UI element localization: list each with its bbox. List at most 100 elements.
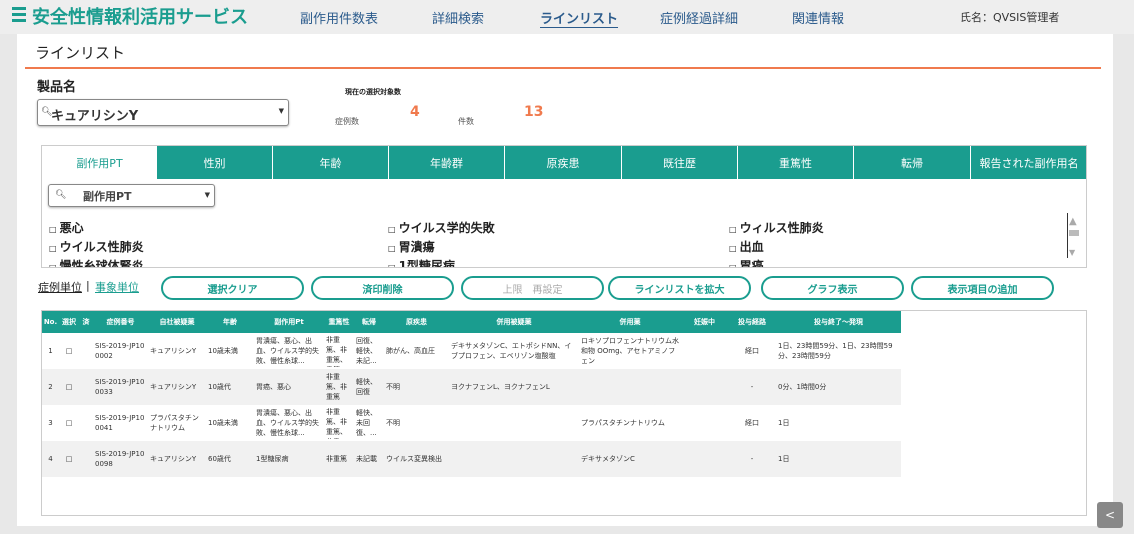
user-name: 氏名：QVSIS管理者 [960, 11, 1060, 24]
product-select[interactable]: 🔍︎ キュアリシンY ▼ [37, 99, 289, 126]
tab-sex[interactable]: 性別 [157, 146, 273, 179]
nav-adverse-event-count[interactable]: 副作用件数表 [300, 8, 378, 27]
scrollbar-thumb[interactable] [1069, 230, 1079, 236]
col-header[interactable]: 症例番号 [93, 311, 148, 333]
clear-selection-button[interactable]: 選択クリア [161, 276, 304, 300]
nav-detail-search[interactable]: 詳細検索 [432, 8, 484, 27]
reset-limit-button[interactable]: 上限 再設定 [461, 276, 604, 300]
scroll-up-arrow-icon[interactable]: ▲ [1069, 216, 1077, 227]
tab-age[interactable]: 年齢 [273, 146, 389, 179]
row-select-checkbox[interactable]: □ [59, 333, 79, 369]
tab-reported-event-name[interactable]: 報告された副作用名 [971, 146, 1086, 179]
nav-line-list[interactable]: ラインリスト [540, 8, 618, 27]
col-header[interactable]: 転帰 [354, 311, 384, 333]
col-header[interactable]: 投与終了～発現 [776, 311, 901, 333]
nav-related-info[interactable]: 関連情報 [792, 8, 844, 27]
col-header[interactable]: 副作用Pt [254, 311, 324, 333]
cell-text: ロキソプロフェンナトリウム水和物 OOmg、アセトアミノフェン [581, 337, 679, 365]
unit-separator: | [86, 279, 90, 292]
pt-checkbox-item[interactable]: □ ウィルス性肺炎 [729, 219, 824, 236]
cell-seriousness: 非重篤、非重篤 [324, 369, 354, 405]
back-button[interactable]: < [1097, 502, 1123, 528]
cell-case-number[interactable]: SIS-2019-JP100041 [93, 405, 148, 441]
nav-case-progress[interactable]: 症例経過詳細 [660, 8, 738, 27]
col-header[interactable]: 年齢 [206, 311, 254, 333]
pt-checkbox-item[interactable]: □ 慢性糸球体腎炎 [49, 257, 144, 267]
cell-outcome: 軽快、未回復、... [354, 405, 384, 441]
product-selected-value: キュアリシンY [51, 109, 139, 124]
col-header[interactable]: 自社被疑薬 [148, 311, 206, 333]
cell-primary-disease: 不明 [384, 369, 449, 405]
pt-checkbox-item[interactable]: □ 胃癌 [729, 257, 764, 267]
title-divider [25, 67, 1101, 69]
table-row[interactable]: 3 □ SIS-2019-JP100041 プラパスタチンナトリウム 10歳未満… [42, 405, 901, 441]
row-select-checkbox[interactable]: □ [59, 369, 79, 405]
tab-primary-disease[interactable]: 原疾患 [505, 146, 622, 179]
cell-age: 10歳代 [206, 369, 254, 405]
pt-checkbox-item[interactable]: □ 悪心 [49, 219, 84, 236]
cell-concomitant-suspect [449, 405, 579, 441]
cell-seriousness: 非重篤、非重篤、重篤... [324, 333, 354, 369]
filter-panel: 副作用PT 性別 年齢 年齢群 原疾患 既往歴 重篤性 転帰 報告された副作用名… [41, 145, 1087, 268]
col-header[interactable]: 重篤性 [324, 311, 354, 333]
tab-outcome[interactable]: 転帰 [854, 146, 971, 179]
col-header[interactable]: 併用被疑薬 [449, 311, 579, 333]
cell-outcome: 未記載 [354, 441, 384, 477]
col-header[interactable]: 妊娠中 [681, 311, 728, 333]
tab-age-group[interactable]: 年齢群 [389, 146, 505, 179]
pt-filter-select[interactable]: 🔍︎ 副作用PT ▼ [48, 184, 215, 207]
pt-checkbox-item[interactable]: □ ウイルス学的失敗 [388, 219, 495, 236]
cell-suspect-drug: プラパスタチンナトリウム [150, 414, 199, 432]
cell-text: 非重篤 [326, 455, 347, 463]
cell-route: - [728, 369, 776, 405]
checkbox-icon: □ [388, 225, 396, 234]
table-row[interactable]: 4 □ SIS-2019-JP100098 キュアリシンY 60歳代 1型糖尿病… [42, 441, 901, 477]
pt-checkbox-item[interactable]: □ 1型糖尿病 [388, 257, 455, 267]
scroll-down-arrow-icon[interactable]: ▼ [1069, 248, 1075, 257]
pt-checkbox-item[interactable]: □ 胃潰瘍 [388, 238, 435, 255]
expand-line-list-button[interactable]: ラインリストを拡大 [608, 276, 751, 300]
cell-text: 軽快、回復 [356, 378, 377, 396]
row-select-checkbox[interactable]: □ [59, 441, 79, 477]
tab-adverse-event-pt[interactable]: 副作用PT [42, 146, 157, 179]
case-unit-link[interactable]: 症例単位 [38, 279, 82, 295]
row-select-checkbox[interactable]: □ [59, 405, 79, 441]
app-title: 安全性情報利活用サービス [32, 7, 248, 28]
table-row[interactable]: 2 □ SIS-2019-JP100033 キュアリシンY 10歳代 胃癌、悪心… [42, 369, 901, 405]
cell-case-number[interactable]: SIS-2019-JP100002 [93, 333, 148, 369]
cell-case-number[interactable]: SIS-2019-JP100098 [93, 441, 148, 477]
col-header[interactable]: 済 [79, 311, 93, 333]
checkbox-icon: □ [729, 225, 737, 234]
cell-text: デキサメタゾンC、エトポシドNN、イブプロフェン、エベリゾン塩酸塩 [451, 342, 572, 360]
cell-done [79, 441, 93, 477]
cell-route: - [728, 441, 776, 477]
delete-done-mark-button[interactable]: 済印削除 [311, 276, 454, 300]
table-row[interactable]: 1 □ SIS-2019-JP100002 キュアリシンY 10歳未満 胃潰瘍、… [42, 333, 901, 369]
line-list-table-container: No. 選択 済 症例番号 自社被疑薬 年齢 副作用Pt 重篤性 転帰 原疾患 … [41, 310, 1087, 516]
selection-count-title: 現在の選択対象数 [345, 88, 401, 96]
col-header[interactable]: 投与経路 [728, 311, 776, 333]
hamburger-menu-icon[interactable] [12, 7, 26, 23]
cell-case-number[interactable]: SIS-2019-JP100033 [93, 369, 148, 405]
cell-text: 胃潰瘍、悪心、出血、ウイルス学的失敗、慢性糸球... [256, 337, 319, 365]
cell-no: 4 [42, 441, 59, 477]
cell-age: 60歳代 [206, 441, 254, 477]
show-graph-button[interactable]: グラフ表示 [761, 276, 904, 300]
cell-onset: 1日 [776, 405, 901, 441]
col-header[interactable]: No. [42, 311, 59, 333]
tab-seriousness[interactable]: 重篤性 [738, 146, 854, 179]
cell-pregnancy [681, 333, 728, 369]
col-header[interactable]: 併用薬 [579, 311, 681, 333]
cell-text: 1日 [778, 419, 790, 427]
cell-text: 非重篤、非重篤、重篤... [326, 336, 347, 367]
add-display-items-button[interactable]: 表示項目の追加 [911, 276, 1054, 300]
col-header[interactable]: 選択 [59, 311, 79, 333]
scrollbar-track[interactable] [1067, 213, 1068, 258]
event-unit-link[interactable]: 事象単位 [95, 279, 139, 295]
pt-checkbox-item[interactable]: □ ウイルス性肺炎 [49, 238, 144, 255]
pt-checkbox-item[interactable]: □ 出血 [729, 238, 764, 255]
tab-medical-history[interactable]: 既往歴 [622, 146, 738, 179]
col-header[interactable]: 原疾患 [384, 311, 449, 333]
cell-done [79, 333, 93, 369]
cell-concomitant-drug: ロキソプロフェンナトリウム水和物 OOmg、アセトアミノフェン [579, 333, 681, 369]
